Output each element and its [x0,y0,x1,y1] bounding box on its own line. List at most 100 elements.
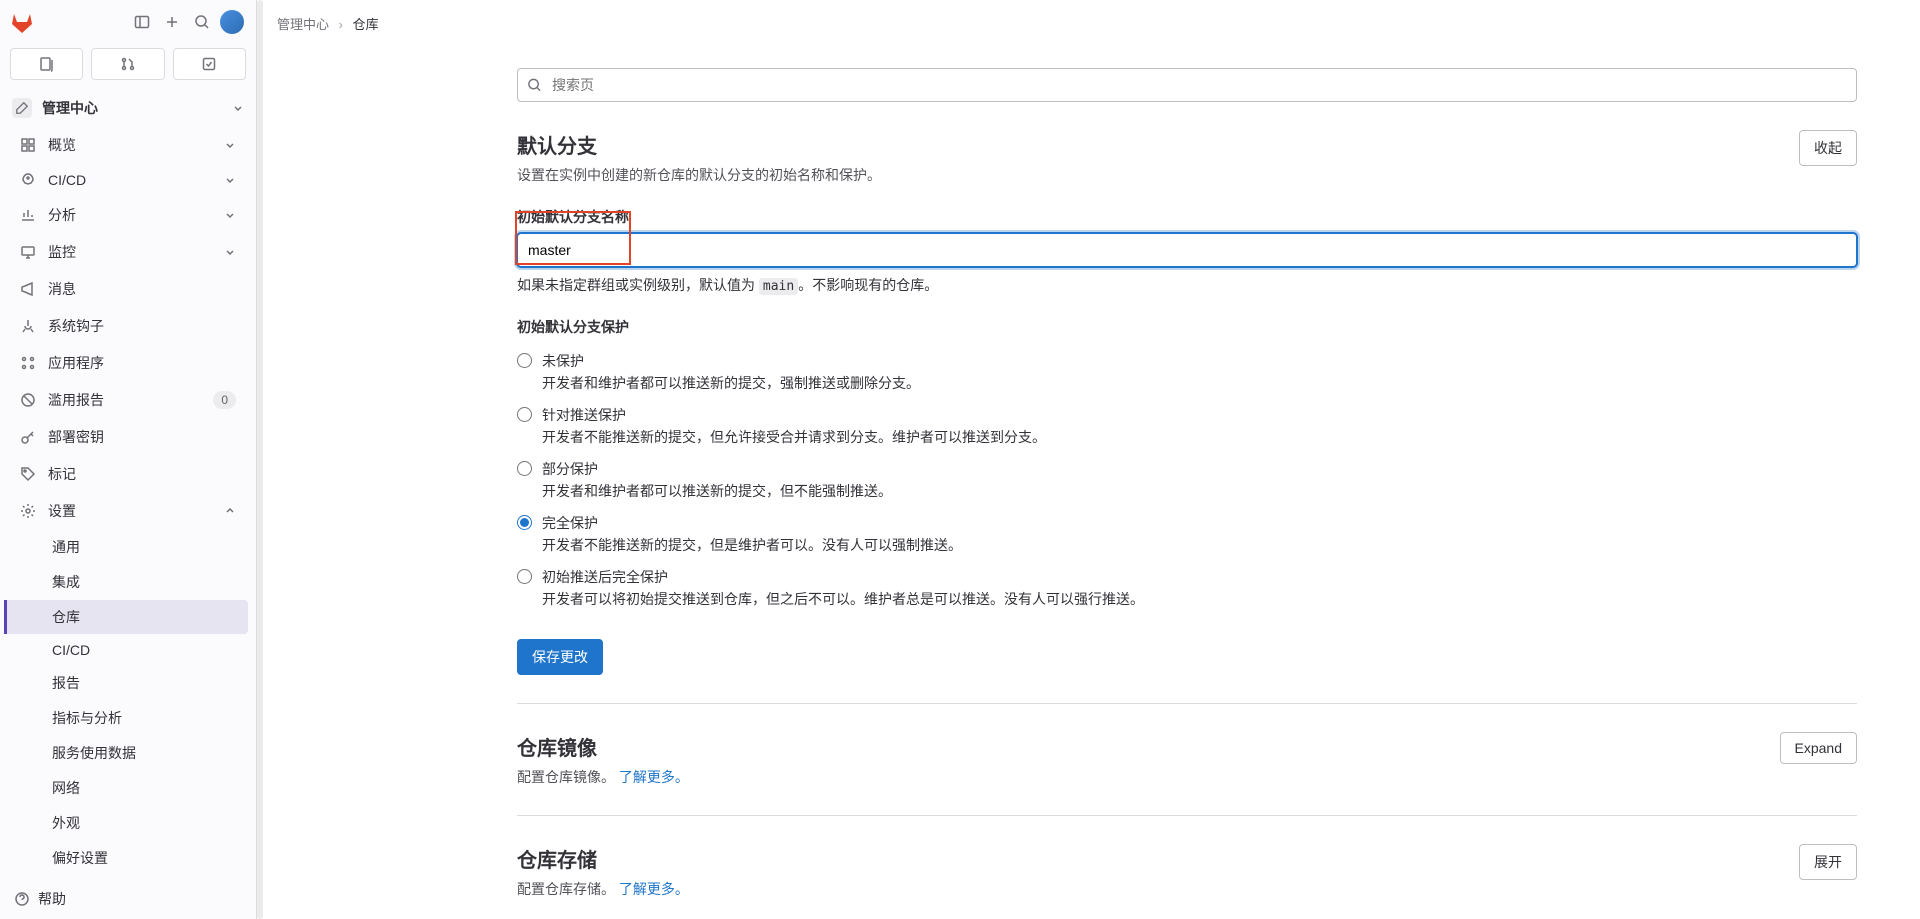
nav-label: 设置 [48,501,212,521]
radio-input[interactable] [517,569,532,584]
help-label: 帮助 [38,889,66,909]
chevron-up-icon [224,505,236,517]
radio-label: 部分保护 [542,459,892,479]
search-icon[interactable] [188,8,216,36]
protection-radio-option[interactable]: 部分保护 开发者和维护者都可以推送新的提交，但不能强制推送。 [517,453,1857,507]
sub-cicd[interactable]: CI/CD [8,635,248,665]
radio-label: 针对推送保护 [542,405,1046,425]
sub-metrics[interactable]: 指标与分析 [8,701,248,735]
abuse-badge: 0 [213,391,236,409]
sub-network[interactable]: 网络 [8,771,248,805]
plus-icon[interactable] [158,8,186,36]
breadcrumb-root[interactable]: 管理中心 [277,17,329,32]
gitlab-logo-icon[interactable] [10,10,34,34]
context-header[interactable]: 管理中心 [0,90,256,126]
page-search-input[interactable] [517,68,1857,102]
nav-label: 系统钩子 [48,316,236,336]
sidebar-top [0,0,256,44]
protection-radio-option[interactable]: 初始推送后完全保护 开发者可以将初始提交推送到仓库，但之后不可以。维护者总是可以… [517,561,1857,615]
section-desc: 设置在实例中创建的新仓库的默认分支的初始名称和保护。 [517,165,1799,185]
breadcrumb-separator: › [339,17,343,32]
radio-input[interactable] [517,353,532,368]
radio-input[interactable] [517,515,532,530]
action-merge-requests[interactable] [91,48,164,80]
radio-desc: 开发者不能推送新的提交，但允许接受合并请求到分支。维护者可以推送到分支。 [542,427,1046,447]
collapse-button[interactable]: 收起 [1799,130,1857,166]
protection-radio-list: 未保护 开发者和维护者都可以推送新的提交，强制推送或删除分支。 针对推送保护 开… [517,345,1857,615]
save-button[interactable]: 保存更改 [517,639,603,675]
expand-button[interactable]: Expand [1780,732,1857,764]
nav-abuse-reports[interactable]: 滥用报告 0 [8,382,248,418]
radio-desc: 开发者和维护者都可以推送新的提交，但不能强制推送。 [542,481,892,501]
section-title: 仓库镜像 [517,732,1780,761]
nav-messages[interactable]: 消息 [8,271,248,307]
sidebar-footer: 帮助 [0,878,256,919]
expand-button[interactable]: 展开 [1799,844,1857,880]
sub-label: 集成 [52,572,80,592]
help-link[interactable]: 帮助 [14,889,242,909]
chart-icon [20,207,36,223]
nav-hooks[interactable]: 系统钩子 [8,308,248,344]
chevron-down-icon [224,139,236,151]
sub-appearance[interactable]: 外观 [8,806,248,840]
sub-label: 报告 [52,673,80,693]
nav-settings[interactable]: 设置 [8,493,248,529]
page-search [517,68,1857,102]
chevron-down-icon [232,102,244,114]
overview-icon [20,137,36,153]
sub-general[interactable]: 通用 [8,530,248,564]
sub-label: CI/CD [52,642,90,658]
sub-label: 网络 [52,778,80,798]
section-default-branch: 默认分支 设置在实例中创建的新仓库的默认分支的初始名称和保护。 收起 初始默认分… [517,130,1857,704]
nav-monitoring[interactable]: 监控 [8,234,248,270]
protection-radio-option[interactable]: 针对推送保护 开发者不能推送新的提交，但允许接受合并请求到分支。维护者可以推送到… [517,399,1857,453]
sub-reporting[interactable]: 报告 [8,666,248,700]
nav-label: 应用程序 [48,353,236,373]
sub-preferences[interactable]: 偏好设置 [8,841,248,875]
learn-more-link[interactable]: 了解更多。 [619,769,689,785]
nav-deploy-keys[interactable]: 部署密钥 [8,419,248,455]
radio-input[interactable] [517,461,532,476]
sidebar: 管理中心 概览 CI/CD 分析 监控 [0,0,257,919]
nav-overview[interactable]: 概览 [8,127,248,163]
sub-repository[interactable]: 仓库 [4,600,248,634]
sub-label: 指标与分析 [52,708,122,728]
nav-applications[interactable]: 应用程序 [8,345,248,381]
sidebar-nav: 概览 CI/CD 分析 监控 消息 [0,126,256,878]
section-title: 默认分支 [517,130,1799,159]
protection-radio-option[interactable]: 未保护 开发者和维护者都可以推送新的提交，强制推送或删除分支。 [517,345,1857,399]
branch-name-input[interactable] [517,233,1857,267]
content: 默认分支 设置在实例中创建的新仓库的默认分支的初始名称和保护。 收起 初始默认分… [257,48,1920,919]
radio-input[interactable] [517,407,532,422]
scroll-edge [257,0,263,919]
chevron-down-icon [224,246,236,258]
abuse-icon [20,392,36,408]
sub-label: 偏好设置 [52,848,108,868]
section-desc: 配置仓库镜像。 了解更多。 [517,767,1780,787]
radio-desc: 开发者和维护者都可以推送新的提交，强制推送或删除分支。 [542,373,920,393]
rocket-icon [20,172,36,188]
action-todos[interactable] [173,48,246,80]
action-issues[interactable] [10,48,83,80]
nav-label: 标记 [48,464,236,484]
sub-label: 外观 [52,813,80,833]
protection-radio-option[interactable]: 完全保护 开发者不能推送新的提交，但是维护者可以。没有人可以强制推送。 [517,507,1857,561]
sub-usage[interactable]: 服务使用数据 [8,736,248,770]
sub-label: 服务使用数据 [52,743,136,763]
code-main: main [759,278,798,295]
nav-labels[interactable]: 标记 [8,456,248,492]
chevron-down-icon [224,174,236,186]
search-icon [527,78,542,93]
nav-cicd[interactable]: CI/CD [8,164,248,196]
nav-analytics[interactable]: 分析 [8,197,248,233]
radio-desc: 开发者不能推送新的提交，但是维护者可以。没有人可以强制推送。 [542,535,962,555]
applications-icon [20,355,36,371]
breadcrumbs: 管理中心 › 仓库 [257,0,1920,48]
sub-integrations[interactable]: 集成 [8,565,248,599]
chevron-down-icon [224,209,236,221]
panel-left-icon[interactable] [128,8,156,36]
nav-label: 监控 [48,242,212,262]
user-avatar[interactable] [218,8,246,36]
radio-label: 未保护 [542,351,920,371]
learn-more-link[interactable]: 了解更多。 [619,881,689,897]
